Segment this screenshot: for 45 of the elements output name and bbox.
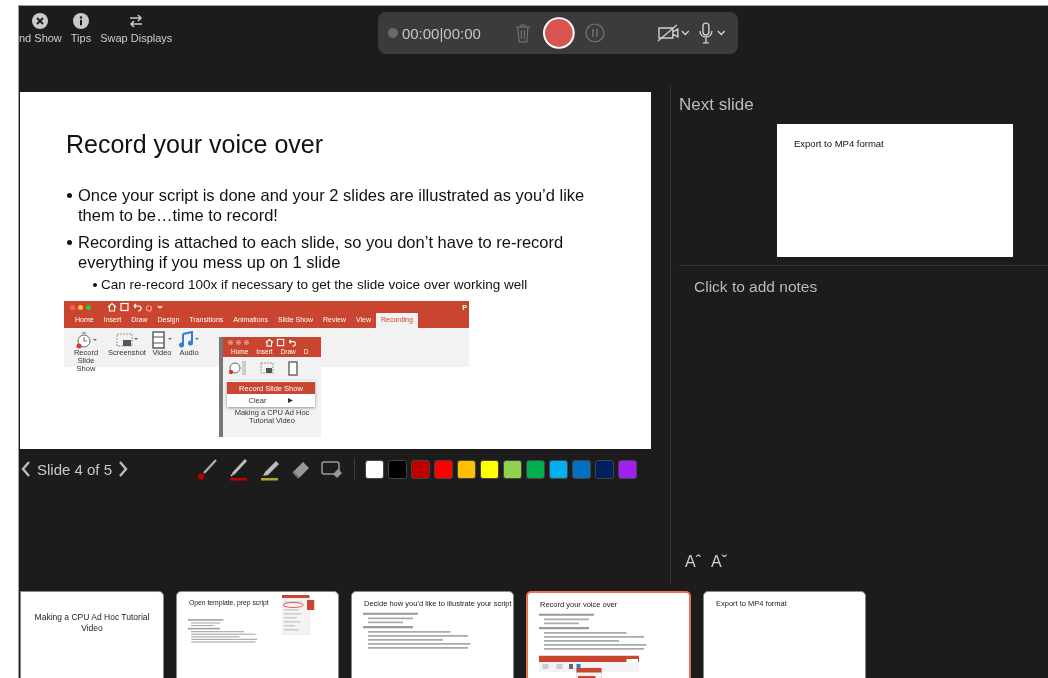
next-slide-icon[interactable] — [118, 460, 129, 478]
timer-icon — [74, 331, 98, 349]
color-swatch[interactable] — [526, 459, 546, 479]
close-icon — [32, 13, 49, 29]
timer-icon — [227, 360, 241, 376]
slide-title: Record your voice over — [66, 130, 324, 159]
timer-text: 00:00|00:00 — [401, 24, 482, 42]
color-swatch[interactable] — [595, 459, 615, 479]
quick-access-drawing — [105, 302, 165, 312]
color-swatch[interactable] — [503, 459, 523, 479]
color-swatch[interactable] — [572, 459, 592, 479]
bullet-text: Can re-record 100x if necessary to get the slide voice over working well — [65, 276, 595, 293]
toolbar-button[interactable]: Swap Displays — [98, 13, 175, 44]
font-size-button[interactable]: Aˆ — [683, 553, 703, 571]
panel-heading: Next slide — [678, 95, 755, 115]
screenshot-icon — [260, 362, 274, 374]
bullet-text: Recording is attached to each slide, so you don’t have to re-record everything if you mess up on 1 slide — [65, 232, 595, 272]
color-swatch[interactable] — [618, 459, 638, 479]
color-swatch[interactable] — [365, 459, 385, 479]
record-button[interactable] — [542, 16, 576, 50]
toolbar-button[interactable]: Tips — [68, 13, 94, 44]
slide-title: Making a CPU Ad Hoc Tutorial Video — [33, 612, 151, 633]
bullet-text: Once your script is done and your 2 slides are illustrated as you’d like them to be…time to record! — [65, 185, 595, 225]
color-swatch[interactable] — [434, 459, 454, 479]
menu-screenshot-drawing — [282, 595, 315, 635]
screenshot-icon — [115, 331, 139, 349]
camera-icon[interactable] — [656, 23, 691, 43]
color-swatch[interactable] — [480, 459, 500, 479]
previous-slide-icon[interactable] — [21, 460, 31, 478]
notes-field[interactable]: Click to add notes — [694, 278, 818, 296]
font-size-button[interactable]: Aˇ — [709, 553, 729, 571]
film-icon — [150, 331, 174, 349]
color-swatch[interactable] — [388, 459, 408, 479]
slide-counter: Slide 4 of 5 — [37, 460, 113, 478]
color-swatch[interactable] — [549, 459, 569, 479]
color-swatch[interactable] — [457, 459, 477, 479]
slide-title: Export to MP4 format — [794, 138, 884, 149]
music-note-icon — [177, 331, 201, 349]
color-swatch[interactable] — [411, 459, 431, 479]
film-icon — [288, 360, 298, 376]
info-icon — [73, 13, 89, 29]
microphone-icon[interactable] — [698, 22, 728, 44]
slide-thumbnail[interactable]: Making a CPU Ad Hoc Tutorial Video — [20, 591, 164, 678]
swap-icon — [128, 13, 145, 29]
toolbar-button[interactable]: nd Show — [19, 13, 64, 44]
